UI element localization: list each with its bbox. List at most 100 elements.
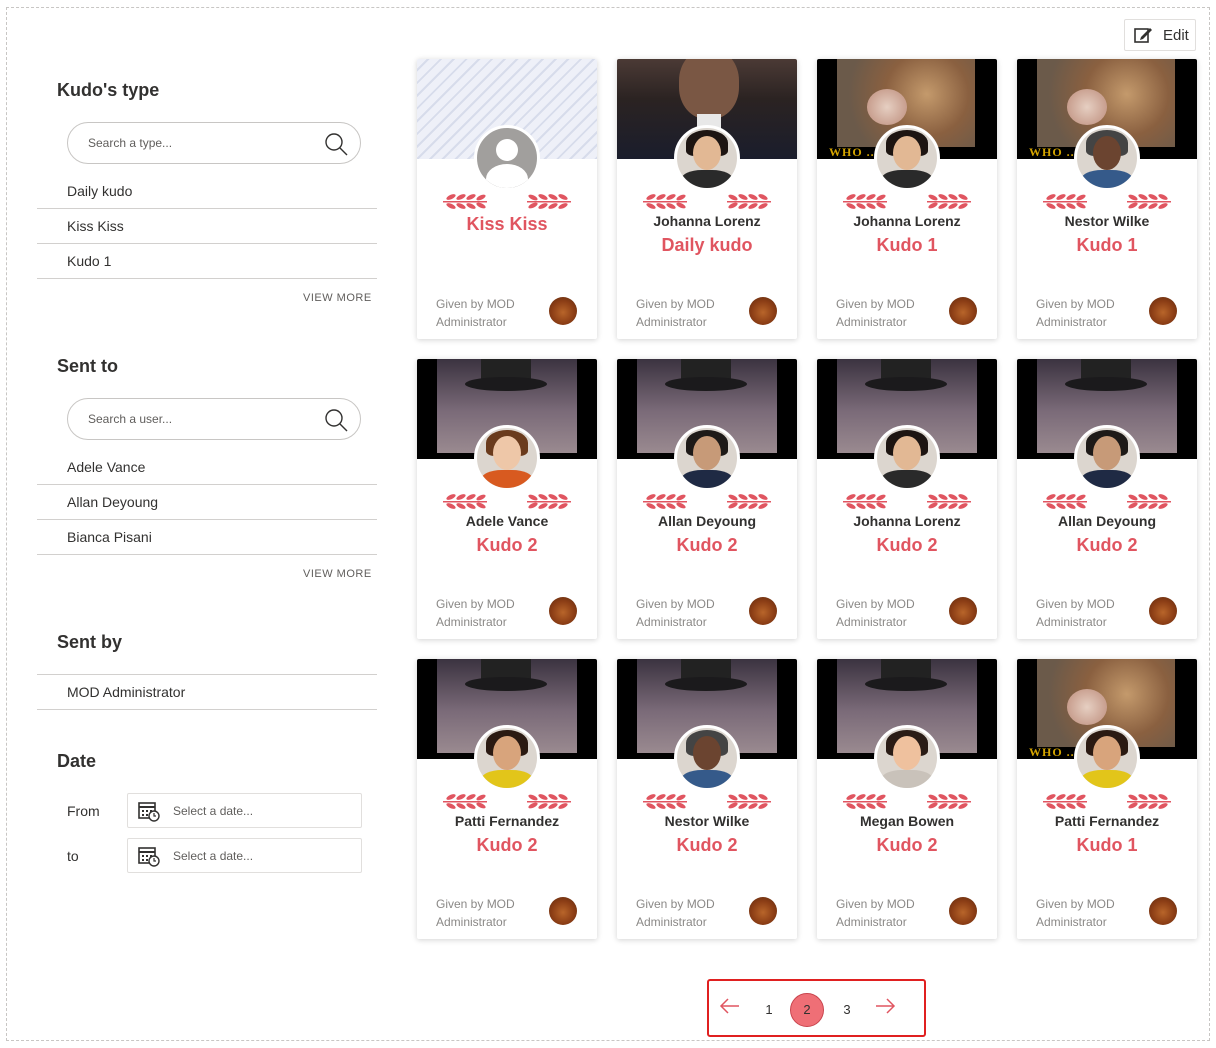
arrow-right-icon[interactable] [874,995,896,1017]
giver-avatar [949,597,977,625]
laurel-icon [843,494,971,509]
from-date-placeholder: Select a date... [173,803,254,818]
list-item-sender[interactable]: MOD Administrator [37,675,377,710]
giver-avatar [749,897,777,925]
laurel-icon [643,194,771,209]
kudo-type-label: Kudo 1 [876,235,938,255]
kudo-type-label: Kiss Kiss [466,214,548,234]
kudo-card[interactable]: Nestor Wilke Kudo 2 Given by MOD Adminis… [617,659,797,939]
kudo-card[interactable]: WHO ... ME? Nestor Wilke Kudo 1 Given by… [1017,59,1197,339]
recipient-avatar [674,725,740,791]
giver-avatar [549,897,577,925]
edit-icon [1134,28,1152,43]
given-by-text: Given by MOD Administrator [1036,297,1115,329]
kudo-card[interactable]: Patti Fernandez Kudo 2 Given by MOD Admi… [417,659,597,939]
recipient-name: Adele Vance [465,513,549,529]
kudo-type-label: Kudo 2 [676,535,738,555]
kudo-card[interactable]: Johanna Lorenz Daily kudo Given by MOD A… [617,59,797,339]
list-item-user[interactable]: Bianca Pisani [37,520,377,555]
recipient-name: Megan Bowen [859,813,955,829]
recipient-avatar [874,125,940,191]
search-icon[interactable] [324,408,348,432]
sent-by-list: MOD Administrator [37,674,377,710]
recipient-name: Patti Fernandez [1054,813,1160,829]
giver-avatar [549,297,577,325]
given-by-text: Given by MOD Administrator [836,597,915,629]
giver-avatar [1149,597,1177,625]
recipient-avatar [1074,425,1140,491]
kudo-type-label: Kudo 2 [476,835,538,855]
given-by-text: Given by MOD Administrator [1036,897,1115,929]
kudo-type-list: Daily kudo Kiss Kiss Kudo 1 [37,174,377,279]
kudo-card[interactable]: Allan Deyoung Kudo 2 Given by MOD Admini… [617,359,797,639]
given-by-text: Given by MOD Administrator [636,297,715,329]
laurel-icon [643,494,771,509]
kudo-type-label: Kudo 2 [476,535,538,555]
laurel-icon [443,194,571,209]
recipient-name: Patti Fernandez [454,813,560,829]
given-by-text: Given by MOD Administrator [436,897,515,929]
given-by-text: Given by MOD Administrator [636,597,715,629]
recipient-avatar [674,125,740,191]
recipient-avatar [474,725,540,791]
kudo-type-label: Kudo 1 [1076,235,1138,255]
to-date-picker[interactable]: Select a date... [127,838,362,873]
list-item-user[interactable]: Allan Deyoung [37,485,377,520]
given-by-text: Given by MOD Administrator [436,297,515,329]
kudo-card[interactable]: WHO ... ME? Patti Fernandez Kudo 1 Given… [1017,659,1197,939]
kudo-type-label: Kudo 2 [676,835,738,855]
sent-by-title: Sent by [57,632,123,652]
to-label: to [67,848,79,864]
kudo-card[interactable]: Allan Deyoung Kudo 2 Given by MOD Admini… [1017,359,1197,639]
page-1-button[interactable]: 1 [752,993,786,1027]
laurel-icon [443,494,571,509]
recipient-name: Nestor Wilke [1064,213,1150,229]
laurel-icon [843,794,971,809]
kudo-card[interactable]: WHO ... ME? Johanna Lorenz Kudo 1 Given … [817,59,997,339]
kudo-card[interactable]: Adele Vance Kudo 2 Given by MOD Administ… [417,359,597,639]
kudo-card[interactable]: Johanna Lorenz Kudo 2 Given by MOD Admin… [817,359,997,639]
recipient-avatar [674,425,740,491]
type-search-input[interactable]: Search a type... [67,122,361,164]
arrow-left-icon[interactable] [719,995,741,1017]
giver-avatar [949,297,977,325]
kudo-type-label: Kudo 2 [876,835,938,855]
edit-label: Edit [1163,26,1189,44]
sent-to-view-more[interactable]: VIEW MORE [303,568,372,580]
list-item-kudo-type[interactable]: Kudo 1 [37,244,377,279]
edit-button[interactable]: Edit [1124,19,1196,51]
kudo-type-label: Kudo 1 [1076,835,1138,855]
page-3-button[interactable]: 3 [830,993,864,1027]
page-2-button[interactable]: 2 [790,993,824,1027]
giver-avatar [949,897,977,925]
date-title: Date [57,751,97,771]
search-icon[interactable] [324,132,348,156]
recipient-name: Nestor Wilke [664,813,750,829]
laurel-icon [1043,494,1171,509]
type-search-placeholder: Search a type... [88,136,173,150]
recipient-avatar [474,425,540,491]
list-item-kudo-type[interactable]: Kiss Kiss [37,209,377,244]
recipient-avatar [874,425,940,491]
kudo-card[interactable]: Megan Bowen Kudo 2 Given by MOD Administ… [817,659,997,939]
list-item-user[interactable]: Adele Vance [37,450,377,485]
sent-to-list: Adele Vance Allan Deyoung Bianca Pisani [37,450,377,555]
kudo-card[interactable]: Kiss Kiss Given by MOD Administrator [417,59,597,339]
giver-avatar [549,597,577,625]
laurel-icon [843,194,971,209]
list-item-kudo-type[interactable]: Daily kudo [37,174,377,209]
laurel-icon [1043,794,1171,809]
recipient-name: Johanna Lorenz [853,213,961,229]
kudo-type-label: Kudo 2 [876,535,938,555]
kudo-type-view-more[interactable]: VIEW MORE [303,292,372,304]
from-date-picker[interactable]: Select a date... [127,793,362,828]
sent-to-title: Sent to [57,356,118,376]
kudo-type-title: Kudo's type [57,80,160,100]
user-search-input[interactable]: Search a user... [67,398,361,440]
pagination: 1 2 3 [707,979,926,1037]
user-search-placeholder: Search a user... [88,412,173,426]
kudo-type-label: Kudo 2 [1076,535,1138,555]
given-by-text: Given by MOD Administrator [1036,597,1115,629]
given-by-text: Given by MOD Administrator [836,897,915,929]
to-date-placeholder: Select a date... [173,848,254,863]
